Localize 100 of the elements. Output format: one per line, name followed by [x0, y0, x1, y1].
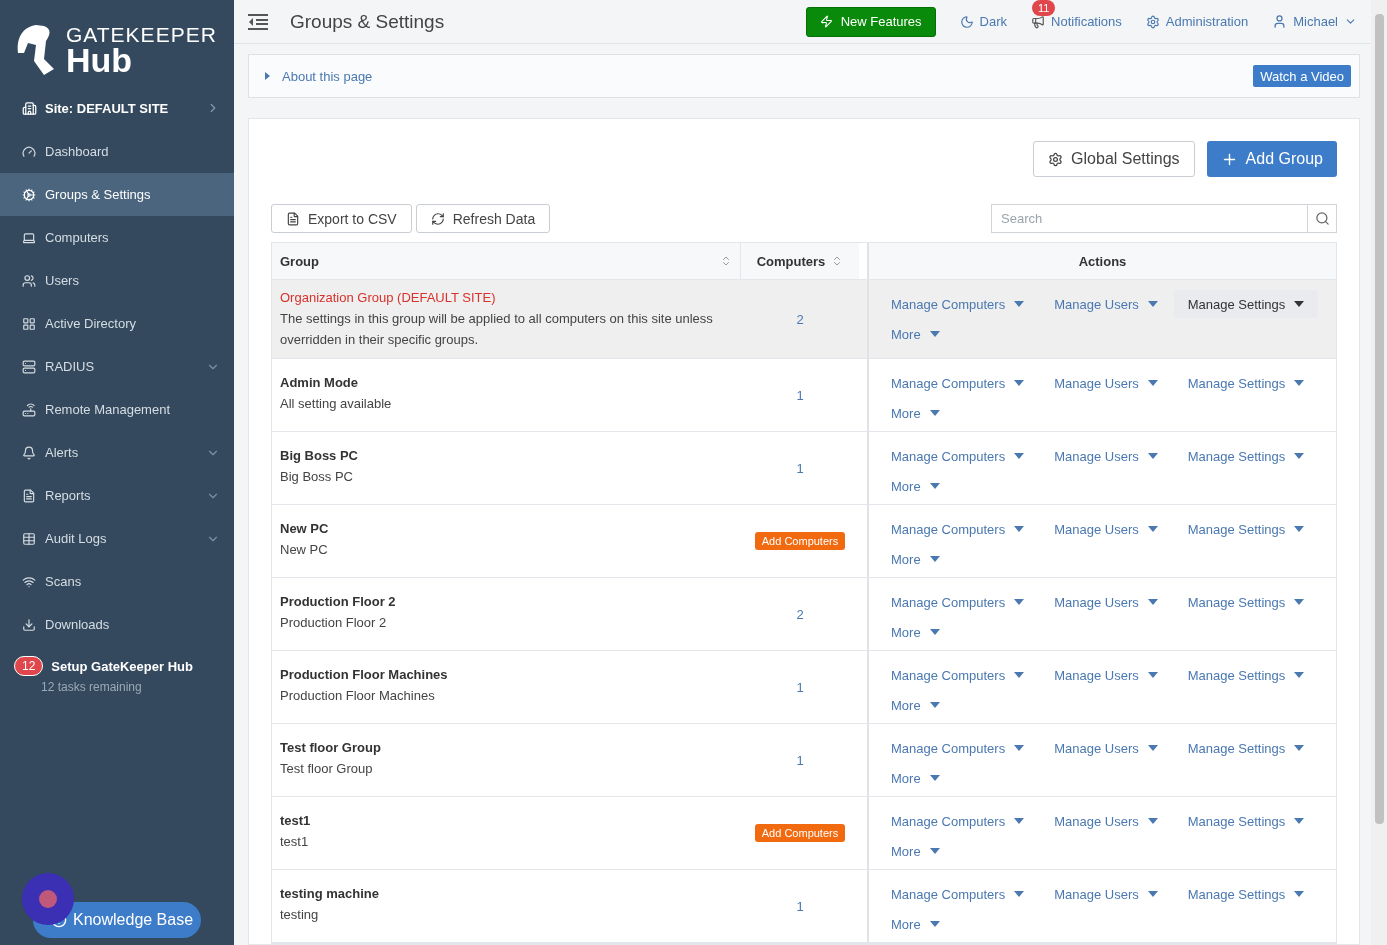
action-dropdown[interactable]: Manage Computers	[877, 734, 1039, 762]
caret-icon	[1294, 672, 1305, 678]
administration-link[interactable]: Administration	[1145, 14, 1249, 29]
caret-icon	[1294, 599, 1305, 605]
column-header[interactable]: Computers	[741, 243, 859, 280]
sidebar-item[interactable]: Users	[0, 259, 234, 302]
caret-icon	[1014, 745, 1025, 751]
dark-mode-link[interactable]: Dark	[959, 14, 1007, 29]
action-dropdown[interactable]: More	[877, 399, 954, 427]
action-dropdown[interactable]: More	[877, 320, 954, 348]
group-description: New PC	[280, 541, 329, 559]
menu-collapse-icon[interactable]	[248, 13, 268, 30]
search-button[interactable]	[1308, 204, 1337, 233]
action-dropdown[interactable]: Manage Settings	[1173, 880, 1319, 908]
computer-count-link[interactable]: 2	[796, 311, 804, 327]
add-group-button[interactable]: Add Group	[1206, 141, 1337, 177]
router-icon	[22, 402, 36, 417]
caret-icon	[1147, 453, 1158, 459]
caret-icon	[1014, 818, 1025, 824]
export-csv-button[interactable]: Export to CSV	[271, 204, 412, 233]
add-computers-button[interactable]: Add Computers	[754, 532, 846, 550]
sidebar-item[interactable]: Computers	[0, 216, 234, 259]
sidebar-item[interactable]: Active Directory	[0, 302, 234, 345]
action-dropdown[interactable]: Manage Users	[1040, 734, 1172, 762]
caret-icon	[1147, 891, 1158, 897]
action-dropdown[interactable]: More	[877, 618, 954, 646]
group-name[interactable]: Organization Group (DEFAULT SITE)	[280, 290, 733, 305]
about-link[interactable]: About this page	[282, 68, 373, 84]
caret-icon	[1014, 301, 1025, 307]
sidebar-item[interactable]: Downloads	[0, 603, 234, 646]
scrollbar[interactable]	[1371, 0, 1387, 945]
action-dropdown[interactable]: More	[877, 837, 954, 865]
refresh-data-button[interactable]: Refresh Data	[415, 204, 551, 233]
action-dropdown[interactable]: Manage Users	[1040, 661, 1172, 689]
group-description: The settings in this group will be applied to all computers on this site unless overridden in their specific groups.	[280, 310, 714, 349]
notifications-link[interactable]: Notifications	[1031, 14, 1122, 29]
action-dropdown[interactable]: More	[877, 691, 954, 719]
gears-icon	[22, 187, 36, 202]
user-menu[interactable]: Michael	[1272, 14, 1357, 29]
computer-count-link[interactable]: 1	[796, 460, 804, 476]
action-dropdown[interactable]: Manage Users	[1040, 588, 1172, 616]
action-dropdown[interactable]: Manage Computers	[877, 588, 1039, 616]
action-dropdown[interactable]: Manage Computers	[877, 442, 1039, 470]
action-dropdown[interactable]: More	[877, 545, 954, 573]
add-computers-button[interactable]: Add Computers	[754, 824, 846, 842]
search-field[interactable]: Search	[991, 204, 1308, 233]
action-dropdown[interactable]: Manage Computers	[877, 661, 1039, 689]
action-dropdown[interactable]: Manage Users	[1040, 290, 1172, 318]
watch-video-button[interactable]: Watch a Video	[1253, 65, 1351, 87]
column-header[interactable]: Group	[272, 243, 741, 280]
sidebar-item[interactable]: Groups & Settings	[0, 173, 234, 216]
new-features-button[interactable]: New Features	[805, 6, 936, 37]
notification-badge: 11	[1032, 0, 1056, 16]
sidebar-item[interactable]: Reports	[0, 474, 234, 517]
group-name: Test floor Group	[280, 740, 382, 755]
sidebar-item[interactable]: Scans	[0, 560, 234, 603]
wifi-icon	[22, 574, 36, 589]
caret-icon	[1014, 453, 1025, 459]
action-dropdown[interactable]: Manage Computers	[877, 290, 1039, 318]
action-dropdown[interactable]: Manage Settings	[1173, 661, 1319, 689]
expand-triangle-icon[interactable]	[265, 72, 270, 80]
action-dropdown[interactable]: Manage Computers	[877, 369, 1039, 397]
computer-count-link[interactable]: 1	[796, 387, 804, 403]
action-dropdown[interactable]: Manage Computers	[877, 807, 1039, 835]
action-dropdown[interactable]: Manage Settings	[1173, 442, 1319, 470]
sidebar-item[interactable]: Audit Logs	[0, 517, 234, 560]
sidebar-item[interactable]: RADIUS	[0, 345, 234, 388]
action-dropdown[interactable]: Manage Settings	[1173, 515, 1319, 543]
action-dropdown[interactable]: More	[877, 910, 954, 938]
action-dropdown[interactable]: Manage Users	[1040, 880, 1172, 908]
action-dropdown[interactable]: More	[877, 764, 954, 792]
computer-count-link[interactable]: 1	[796, 752, 804, 768]
action-dropdown[interactable]: Manage Settings	[1173, 734, 1319, 762]
computer-count-link[interactable]: 1	[796, 679, 804, 695]
action-dropdown[interactable]: Manage Settings	[1173, 807, 1319, 835]
caret-icon	[1014, 599, 1025, 605]
action-dropdown[interactable]: Manage Users	[1040, 807, 1172, 835]
caret-icon	[1014, 672, 1025, 678]
sidebar-item[interactable]: Alerts	[0, 431, 234, 474]
action-dropdown[interactable]: Manage Users	[1040, 515, 1172, 543]
settings-icon	[1048, 151, 1064, 167]
action-dropdown[interactable]: Manage Users	[1040, 442, 1172, 470]
computer-count-link[interactable]: 1	[796, 898, 804, 914]
action-dropdown[interactable]: Manage Users	[1040, 369, 1172, 397]
sidebar-item[interactable]: Dashboard	[0, 130, 234, 173]
group-description: All setting available	[280, 395, 393, 413]
action-dropdown[interactable]: Manage Settings	[1173, 369, 1319, 397]
setup-title[interactable]: Setup GateKeeper Hub	[51, 658, 193, 674]
caret-icon	[929, 410, 940, 416]
page-title: Groups & Settings	[290, 10, 445, 33]
caret-icon	[1294, 818, 1305, 824]
global-settings-button[interactable]: Global Settings	[1033, 141, 1195, 177]
sidebar-item[interactable]: Remote Management	[0, 388, 234, 431]
action-dropdown[interactable]: More	[877, 472, 954, 500]
action-dropdown[interactable]: Manage Computers	[877, 880, 1039, 908]
action-dropdown[interactable]: Manage Computers	[877, 515, 1039, 543]
site-selector[interactable]: Site: DEFAULT SITE	[0, 86, 234, 130]
action-dropdown[interactable]: Manage Settings	[1173, 290, 1319, 318]
action-dropdown[interactable]: Manage Settings	[1173, 588, 1319, 616]
computer-count-link[interactable]: 2	[796, 606, 804, 622]
